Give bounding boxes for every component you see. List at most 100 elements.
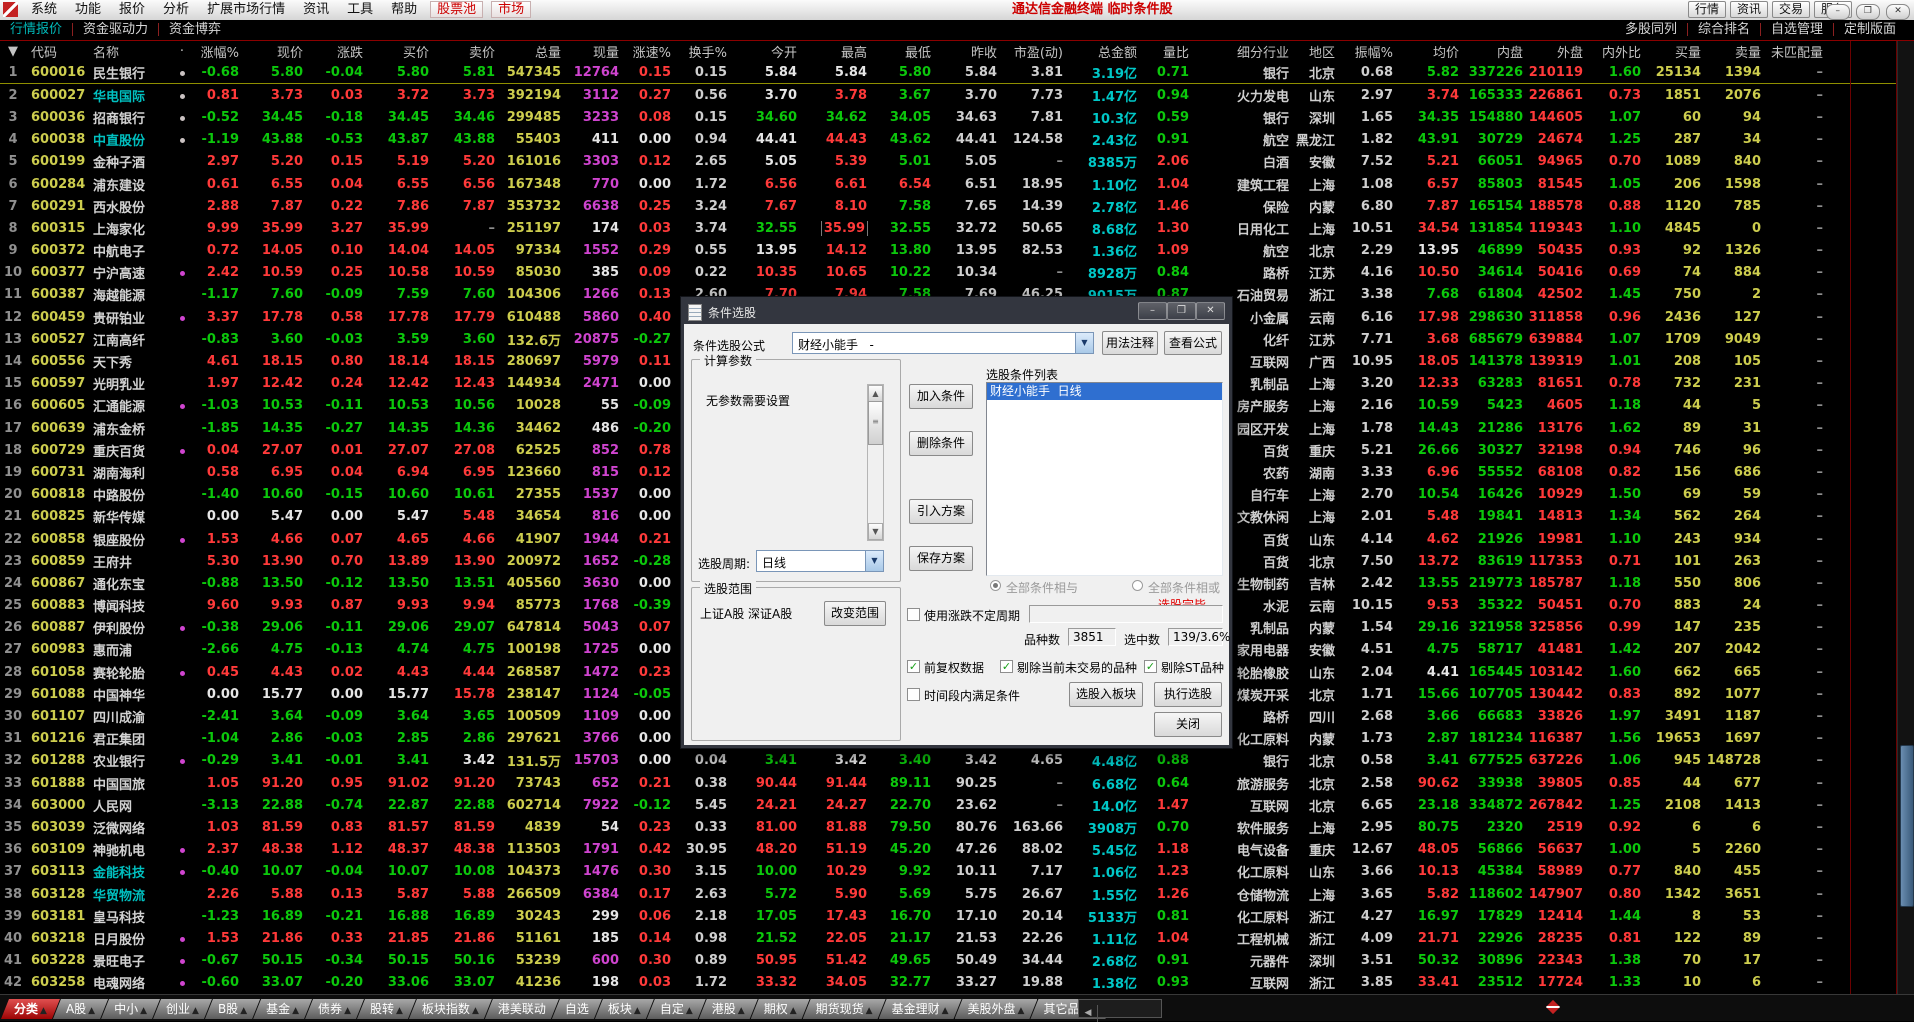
news-dot-icon[interactable] (180, 870, 185, 875)
dialog-restore-icon[interactable]: ❐ (1167, 302, 1196, 320)
checkbox-time-range[interactable] (907, 688, 920, 701)
table-row[interactable]: 2600027华电国际0.813.730.033.723.73392194311… (0, 84, 1914, 106)
toolbar-link[interactable]: 综合排名 (1688, 20, 1760, 40)
close-icon[interactable]: ✕ (1886, 4, 1910, 20)
menu-item[interactable]: 功能 (75, 0, 101, 19)
bottom-tab[interactable]: 债券▲ (305, 999, 364, 1019)
bottom-tab[interactable]: 创业▲ (153, 999, 212, 1019)
column-header-nei[interactable]: 内盘 (1464, 42, 1528, 61)
column-header-hi[interactable]: 最高 (802, 42, 872, 61)
news-dot-icon[interactable] (180, 759, 185, 764)
table-row[interactable]: 3600036招商银行-0.5234.45-0.1834.4534.462994… (0, 106, 1914, 128)
chevron-down-icon[interactable]: ▼ (865, 551, 883, 571)
news-dot-icon[interactable] (180, 138, 185, 143)
column-header-wai[interactable]: 外盘 (1528, 42, 1588, 61)
column-header-bid[interactable]: 买价 (368, 42, 434, 61)
news-dot-icon[interactable] (180, 71, 185, 76)
restore-icon[interactable]: ❐ (1856, 4, 1880, 20)
dialog-minimize-icon[interactable]: – (1138, 302, 1167, 320)
table-row[interactable]: 38603128华贸物流2.265.880.135.875.8826650963… (0, 883, 1914, 905)
scroll-up-icon[interactable]: ▲ (868, 385, 883, 402)
column-header-idx[interactable]: ▼ (0, 44, 26, 59)
tab-scroll-left-icon[interactable]: ◀ (1079, 1005, 1098, 1022)
bottom-tab[interactable]: 期货现货▲ (803, 999, 886, 1019)
table-row[interactable]: 32601288农业银行-0.293.41-0.013.413.42131.5万… (0, 750, 1914, 772)
chevron-down-icon[interactable]: ▼ (1075, 333, 1093, 353)
menu-item[interactable]: 工具 (347, 0, 373, 19)
column-header-px[interactable]: 现价 (244, 42, 308, 61)
table-row[interactable]: 35603039泛微网络1.0381.590.8381.5781.5948395… (0, 816, 1914, 838)
radio-all-and[interactable] (990, 580, 1001, 591)
bottom-tab[interactable]: 股转▲ (357, 999, 416, 1019)
column-header-op[interactable]: 今开 (732, 42, 802, 61)
news-dot-icon[interactable] (180, 848, 185, 853)
column-header-lo[interactable]: 最低 (872, 42, 936, 61)
import-plan-button[interactable]: 引入方案 (909, 499, 973, 524)
radio-all-or[interactable] (1132, 580, 1143, 591)
news-dot-icon[interactable] (180, 981, 185, 986)
checkbox-updown-period[interactable] (907, 608, 920, 621)
bottom-tab[interactable]: 港股▲ (699, 999, 758, 1019)
menu-item[interactable]: 帮助 (391, 0, 417, 19)
bottom-tab[interactable]: 期权▲ (751, 999, 810, 1019)
condition-item[interactable]: 财经小能手 日线 (987, 383, 1222, 400)
column-header-reg[interactable]: 地区 (1294, 42, 1340, 61)
table-row[interactable]: 4600038中直股份-1.1943.88-0.5343.8743.885540… (0, 129, 1914, 151)
tab-scroll-control[interactable]: ◀ (1078, 999, 1162, 1018)
column-header-avg[interactable]: 均价 (1398, 42, 1464, 61)
news-dot-icon[interactable] (180, 959, 185, 964)
bottom-tab[interactable]: 基金▲ (253, 999, 312, 1019)
table-row[interactable]: 7600291西水股份2.887.870.227.867.87353732663… (0, 195, 1914, 217)
condition-list[interactable]: 财经小能手 日线 (986, 382, 1223, 576)
column-header-hs[interactable]: 换手% (676, 42, 732, 61)
column-header-name[interactable]: 名称 (88, 42, 174, 61)
column-header-amp[interactable]: 振幅% (1340, 42, 1398, 61)
column-header-vol[interactable]: 总量 (500, 42, 566, 61)
news-dot-icon[interactable] (180, 937, 185, 942)
checkbox-exclude-st[interactable]: ✓ (1144, 660, 1157, 673)
bottom-tab[interactable]: 自定▲ (647, 999, 706, 1019)
change-range-button[interactable]: 改变范围 (824, 601, 886, 626)
menu-item[interactable]: 资讯 (303, 0, 329, 19)
table-row[interactable]: 5600199金种子酒2.975.200.155.195.20161016330… (0, 151, 1914, 173)
news-dot-icon[interactable] (180, 538, 185, 543)
news-dot-icon[interactable] (180, 116, 185, 121)
column-header-cur[interactable]: 现量 (566, 42, 624, 61)
column-header-um[interactable]: 未匹配量 (1766, 42, 1828, 61)
column-header-spd[interactable]: 涨速% (624, 42, 676, 61)
bottom-tab[interactable]: 板块指数▲ (409, 999, 492, 1019)
table-row[interactable]: 40603218日月股份1.5321.860.3321.8521.8651161… (0, 927, 1914, 949)
bottom-tab[interactable]: 美股外盘▲ (955, 999, 1038, 1019)
minimize-icon[interactable]: – (1826, 4, 1850, 20)
column-header-pe[interactable]: 市盈(动) (1002, 42, 1068, 61)
table-header[interactable]: ▼代码名称·涨幅%现价涨跌买价卖价总量现量涨速%换手%今开最高最低昨收市盈(动)… (0, 41, 1914, 62)
table-row[interactable]: 9600372中航电子0.7214.050.1014.0414.05973341… (0, 240, 1914, 262)
table-row[interactable]: 8600315上海家化9.9935.993.2735.99–2511971740… (0, 217, 1914, 239)
menu-item[interactable]: 系统 (31, 0, 57, 19)
bottom-tab[interactable]: 中小▲ (101, 999, 160, 1019)
scroll-down-icon[interactable]: ▼ (868, 523, 883, 540)
toolbar-link[interactable]: 定制版面 (1834, 20, 1906, 40)
toolbar-link[interactable]: 多股同列 (1615, 20, 1687, 40)
toolbar-link[interactable]: 自选管理 (1761, 20, 1833, 40)
news-dot-icon[interactable] (180, 94, 185, 99)
bottom-tab[interactable]: A股▲ (53, 999, 108, 1019)
delete-condition-button[interactable]: 删除条件 (909, 431, 973, 456)
dialog-titlebar[interactable]: 条件选股 – ❐ ✕ (684, 300, 1229, 324)
column-header-bv[interactable]: 买量 (1646, 42, 1706, 61)
column-header-sv[interactable]: 卖量 (1706, 42, 1766, 61)
table-row[interactable]: 34603000人民网-3.1322.88-0.7422.8722.886027… (0, 794, 1914, 816)
bottom-tab[interactable]: 港美联动 (485, 999, 559, 1019)
pick-to-block-button[interactable]: 选股入板块 (1069, 682, 1143, 707)
params-scrollbar[interactable]: ▲ ≡ ▼ (867, 384, 884, 541)
toolbar-tab[interactable]: 行情报价 (0, 20, 72, 40)
column-header-code[interactable]: 代码 (26, 42, 88, 61)
column-header-chg[interactable]: 涨跌 (308, 42, 368, 61)
scroll-thumb[interactable]: ≡ (868, 401, 883, 445)
table-row[interactable]: 10600377宁沪高速2.4210.590.2510.5810.5985030… (0, 262, 1914, 284)
table-row[interactable]: 37603113金能科技-0.4010.07-0.0410.0710.08104… (0, 861, 1914, 883)
save-plan-button[interactable]: 保存方案 (909, 546, 973, 571)
toolbar-tab[interactable]: 资金驱动力 (73, 20, 158, 40)
menu-item[interactable]: 分析 (163, 0, 189, 19)
top-button[interactable]: 交易 (1772, 1, 1810, 18)
